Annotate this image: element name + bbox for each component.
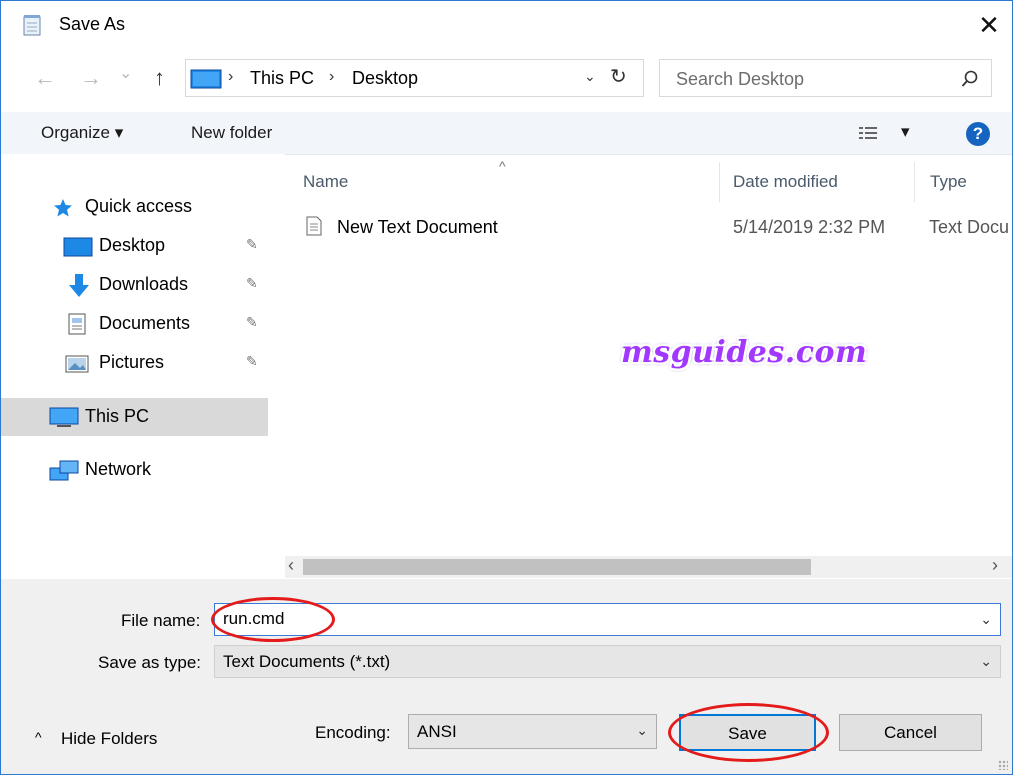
pin-icon: ✎ (246, 236, 258, 252)
title-bar: Save As ✕ (1, 1, 1012, 49)
pin-icon: ✎ (246, 353, 258, 369)
column-divider[interactable] (914, 162, 915, 202)
sidebar-item-label: Documents (99, 313, 191, 333)
this-pc-icon (49, 407, 79, 427)
hide-folders-toggle[interactable]: ^ Hide Folders (1, 701, 301, 761)
scrollbar-thumb[interactable] (303, 559, 811, 575)
back-button[interactable]: ← (34, 65, 56, 91)
sidebar-item-quick-access[interactable]: Quick access (1, 188, 268, 226)
view-options-icon[interactable] (858, 125, 878, 141)
recent-locations-button[interactable]: ⌄ (119, 63, 132, 83)
forward-button[interactable]: → (80, 65, 102, 91)
type-cell: Text Docu (929, 217, 1010, 237)
search-icon[interactable] (961, 70, 979, 88)
navigation-pane: Quick access Desktop ✎ Downloads ✎ Docum… (1, 154, 285, 579)
search-box[interactable]: Search Desktop (659, 59, 992, 97)
pin-icon: ✎ (246, 314, 258, 330)
documents-icon (68, 313, 86, 335)
save-button[interactable]: Save (679, 714, 816, 751)
downloads-icon (69, 274, 89, 297)
sidebar-item-downloads[interactable]: Downloads ✎ (1, 266, 268, 304)
file-name-cell: New Text Document (337, 217, 498, 237)
column-header-type[interactable]: Type (930, 172, 967, 192)
horizontal-scrollbar[interactable]: ‹ › (285, 555, 1012, 578)
save-as-type-label: Save as type: (98, 653, 202, 672)
save-as-type-value: Text Documents (*.txt) (223, 652, 391, 671)
sidebar-item-network[interactable]: Network (1, 451, 268, 489)
sidebar-item-label: Network (85, 459, 152, 479)
sidebar-item-desktop[interactable]: Desktop ✎ (1, 227, 268, 265)
sidebar-item-this-pc[interactable]: This PC (1, 398, 268, 436)
scroll-left-arrow[interactable]: ‹ (288, 555, 294, 576)
breadcrumb-separator: › (228, 68, 234, 85)
sidebar-item-label: This PC (85, 406, 150, 426)
new-folder-button[interactable]: New folder (191, 123, 272, 143)
hide-folders-label: Hide Folders (61, 729, 158, 748)
desktop-icon (63, 237, 93, 257)
encoding-select[interactable]: ANSI ⌄ (408, 714, 657, 749)
breadcrumb-separator: › (329, 68, 335, 85)
text-file-icon (306, 216, 322, 236)
scroll-right-arrow[interactable]: › (992, 555, 998, 576)
chevron-up-icon: ^ (35, 729, 42, 745)
sidebar-item-label: Desktop (99, 235, 166, 255)
network-icon (49, 460, 79, 481)
address-bar[interactable]: › This PC › Desktop ⌄ ↻ (185, 59, 644, 97)
file-list: ^ Name Date modified Type New Text Docum… (285, 154, 1012, 559)
sort-ascending-icon: ^ (499, 158, 506, 174)
save-as-dialog: Save As ✕ ← → ⌄ ↑ › This PC › Desktop ⌄ … (0, 0, 1013, 775)
chevron-down-icon[interactable]: ⌄ (980, 653, 992, 670)
organize-button[interactable]: Organize ▾ (41, 123, 123, 143)
star-icon (54, 199, 72, 217)
column-header-date-modified[interactable]: Date modified (733, 172, 838, 192)
refresh-icon[interactable]: ↻ (610, 64, 627, 89)
command-bar: Organize ▾ New folder ▾ ? (1, 112, 1012, 155)
file-name-field[interactable]: run.cmd ⌄ (214, 603, 1001, 636)
resize-grip[interactable] (998, 760, 1008, 770)
sidebar-item-label: Downloads (99, 274, 189, 294)
sidebar-item-documents[interactable]: Documents ✎ (1, 305, 268, 343)
up-button[interactable]: ↑ (154, 65, 165, 91)
breadcrumb-desktop[interactable]: Desktop (352, 68, 418, 89)
notepad-icon (23, 15, 41, 36)
view-dropdown-button[interactable]: ▾ (901, 122, 910, 142)
date-modified-cell: 5/14/2019 2:32 PM (733, 217, 886, 237)
window-title: Save As (59, 14, 126, 34)
chevron-down-icon[interactable]: ⌄ (980, 611, 992, 628)
close-icon: ✕ (978, 9, 1000, 40)
this-pc-icon (190, 69, 222, 89)
sidebar-item-label: Quick access (85, 196, 193, 216)
pin-icon: ✎ (246, 275, 258, 291)
sidebar-item-pictures[interactable]: Pictures ✎ (1, 344, 268, 382)
help-button[interactable]: ? (966, 122, 990, 146)
column-header-name[interactable]: Name (303, 172, 348, 192)
sidebar-item-label: Pictures (99, 352, 165, 372)
list-item[interactable]: New Text Document 5/14/2019 2:32 PM Text… (299, 206, 1009, 246)
encoding-value: ANSI (417, 722, 457, 741)
file-name-label: File name: (121, 611, 201, 630)
search-input[interactable]: Search Desktop (676, 69, 804, 90)
close-button[interactable]: ✕ (966, 1, 1012, 49)
file-name-input[interactable]: run.cmd (223, 609, 284, 629)
pictures-icon (65, 355, 89, 373)
save-as-type-select[interactable]: Text Documents (*.txt) ⌄ (214, 645, 1001, 678)
encoding-label: Encoding: (315, 723, 391, 742)
cancel-button[interactable]: Cancel (839, 714, 982, 751)
watermark-text: msguides.com (621, 335, 868, 370)
breadcrumb-this-pc[interactable]: This PC (250, 68, 314, 89)
chevron-down-icon[interactable]: ⌄ (636, 722, 648, 739)
column-divider[interactable] (719, 162, 720, 202)
chevron-down-icon[interactable]: ⌄ (584, 68, 596, 85)
